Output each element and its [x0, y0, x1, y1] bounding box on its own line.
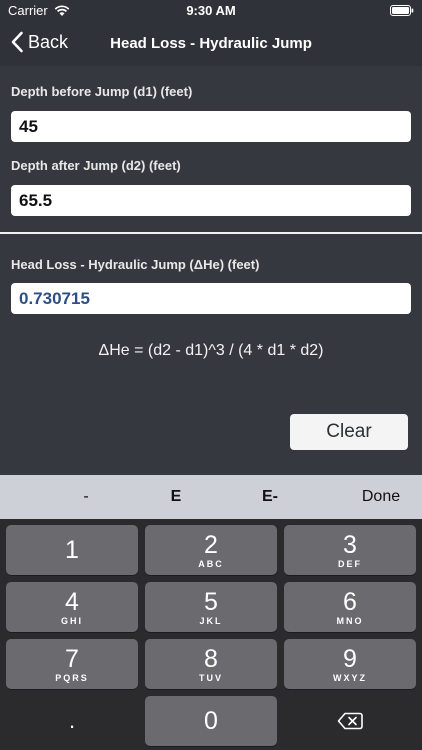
d1-label: Depth before Jump (d1) (feet)	[11, 84, 193, 99]
done-button[interactable]: Done	[350, 475, 412, 519]
status-bar: Carrier 9:30 AM	[0, 0, 422, 22]
key-letters: DEF	[338, 558, 362, 569]
battery-icon	[390, 5, 414, 16]
key-digit: 5	[204, 587, 218, 616]
key-letters: TUV	[199, 672, 223, 683]
navigation-bar: Back Head Loss - Hydraulic Jump	[0, 22, 422, 66]
screen: Carrier 9:30 AM Back Head Loss - Hydraul…	[0, 0, 422, 750]
key-9[interactable]: 9 WXYZ	[284, 639, 416, 689]
key-letters: GHI	[60, 615, 83, 626]
key-letters: WXYZ	[333, 672, 367, 683]
decimal-key[interactable]: .	[6, 696, 138, 746]
key-digit: 2	[204, 530, 218, 559]
key-letters: MNO	[336, 615, 364, 626]
status-time: 9:30 AM	[186, 3, 236, 18]
numeric-keyboard: - E E- Done 1 2 ABC 3 DEF 4 GHI 5 JKL 6 …	[0, 475, 422, 750]
key-digit: 3	[343, 530, 357, 559]
keyboard-accessory-bar: - E E- Done	[0, 475, 422, 519]
key-digit: 6	[343, 587, 357, 616]
key-letters: JKL	[199, 615, 223, 626]
negative-exponent-key[interactable]: E-	[240, 475, 300, 519]
formula-text: ΔHe = (d2 - d1)^3 / (4 * d1 * d2)	[98, 342, 324, 359]
key-digit: 8	[204, 644, 218, 673]
clear-button[interactable]: Clear	[290, 414, 408, 450]
key-7[interactable]: 7 PQRS	[6, 639, 138, 689]
key-4[interactable]: 4 GHI	[6, 582, 138, 632]
d1-input[interactable]	[11, 111, 411, 142]
key-letters: ABC	[198, 558, 224, 569]
key-6[interactable]: 6 MNO	[284, 582, 416, 632]
section-divider	[0, 232, 422, 234]
key-digit: 4	[65, 587, 79, 616]
backspace-icon	[337, 712, 363, 730]
d2-label: Depth after Jump (d2) (feet)	[11, 158, 181, 173]
keypad: 1 2 ABC 3 DEF 4 GHI 5 JKL 6 MNO 7 PQRS 8…	[0, 519, 422, 750]
key-2[interactable]: 2 ABC	[145, 525, 277, 575]
key-0[interactable]: 0	[145, 696, 277, 746]
key-3[interactable]: 3 DEF	[284, 525, 416, 575]
key-1[interactable]: 1	[6, 525, 138, 575]
d2-input[interactable]	[11, 185, 411, 216]
key-digit: 7	[65, 644, 79, 673]
key-digit: 0	[204, 707, 218, 735]
page-title: Head Loss - Hydraulic Jump	[110, 35, 312, 52]
exponent-key[interactable]: E	[146, 475, 206, 519]
backspace-key[interactable]	[284, 696, 416, 746]
key-digit: 1	[65, 535, 79, 564]
key-8[interactable]: 8 TUV	[145, 639, 277, 689]
key-letters: PQRS	[55, 672, 89, 683]
key-digit: 9	[343, 644, 357, 673]
result-output	[11, 283, 411, 314]
key-5[interactable]: 5 JKL	[145, 582, 277, 632]
result-label: Head Loss - Hydraulic Jump (ΔHe) (feet)	[11, 257, 260, 272]
minus-key[interactable]: -	[56, 475, 116, 519]
